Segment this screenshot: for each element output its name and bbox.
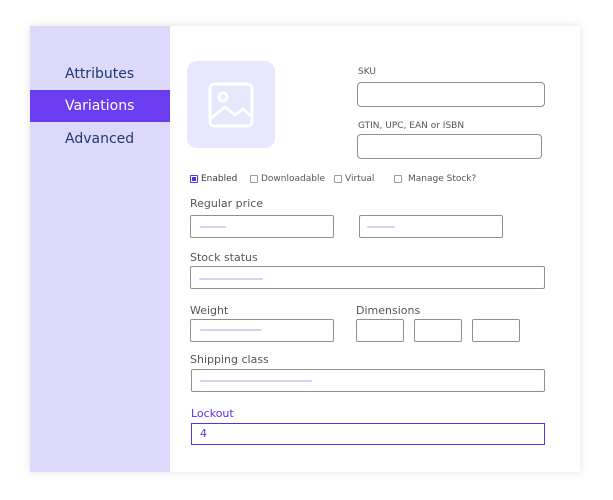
checkbox-checked-icon [190,175,198,183]
virtual-checkbox[interactable]: Virtual [334,174,374,184]
downloadable-label: Downloadable [261,174,326,184]
width-input[interactable] [414,319,462,342]
sku-label: SKU [358,67,376,77]
image-icon [208,82,254,128]
enabled-checkbox[interactable]: Enabled [190,174,237,184]
downloadable-checkbox[interactable]: Downloadable [250,174,325,184]
placeholder-line [200,380,312,382]
length-input[interactable] [356,319,404,342]
enabled-label: Enabled [201,174,238,184]
manage-stock-checkbox[interactable]: Manage Stock? [394,174,476,184]
sidebar-item-advanced[interactable]: Advanced [30,123,170,155]
shipping-class-label: Shipping class [190,353,269,366]
lockout-label: Lockout [191,407,234,420]
dimensions-label: Dimensions [356,304,421,317]
height-input[interactable] [472,319,520,342]
gtin-label: GTIN, UPC, EAN or ISBN [358,121,465,131]
weight-label: Weight [190,304,229,317]
regular-price-label: Regular price [190,197,264,210]
virtual-label: Virtual [345,174,375,184]
checkbox-icon [334,175,342,183]
placeholder-line [200,329,262,331]
sku-input[interactable] [357,82,545,107]
placeholder-line [200,226,226,228]
product-image-upload[interactable] [187,61,275,148]
checkbox-icon [394,175,402,183]
gtin-input[interactable] [357,134,542,159]
placeholder-line [367,226,395,228]
stock-status-label: Stock status [190,251,258,264]
manage-stock-label: Manage Stock? [408,174,477,184]
placeholder-line [199,278,263,280]
lockout-input[interactable]: 4 [191,423,545,445]
sidebar-item-attributes[interactable]: Attributes [30,58,170,90]
checkbox-icon [250,175,258,183]
sidebar-item-variations[interactable]: Variations [30,90,170,122]
